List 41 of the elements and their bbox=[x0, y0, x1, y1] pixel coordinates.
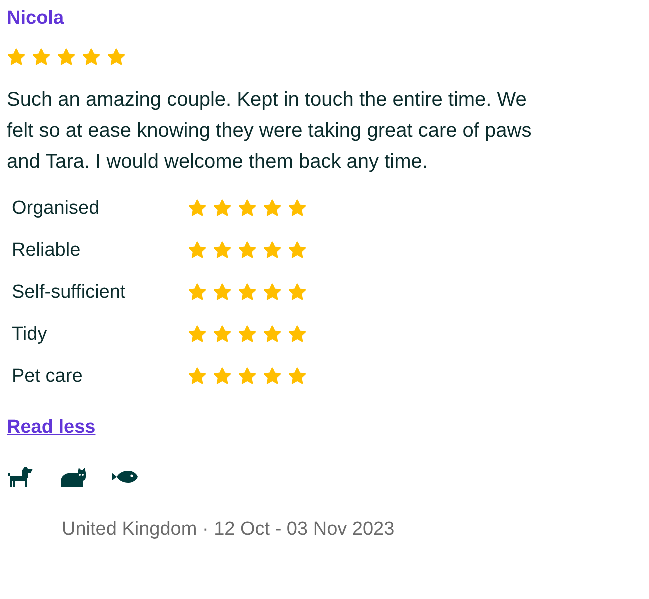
star-icon bbox=[288, 325, 307, 344]
review-text: Such an amazing couple. Kept in touch the entire time. We felt so at ease knowing they were taking great care of paws and Tara. I would welcome them back any time. bbox=[7, 88, 533, 175]
rating-label: Reliable bbox=[12, 240, 82, 262]
rating-label: Self-sufficient bbox=[12, 282, 127, 304]
star-icon bbox=[188, 241, 207, 260]
read-less-link[interactable]: Read less bbox=[7, 417, 96, 439]
star-icon bbox=[213, 199, 232, 218]
star-icon bbox=[238, 199, 257, 218]
star-icon bbox=[213, 367, 232, 386]
star-icon bbox=[213, 283, 232, 302]
rating-label: Pet care bbox=[12, 366, 84, 388]
star-icon bbox=[213, 241, 232, 260]
star-icon bbox=[32, 48, 51, 67]
star-icon bbox=[107, 48, 126, 67]
dog-icon bbox=[7, 465, 35, 489]
star-icon bbox=[263, 325, 282, 344]
star-icon bbox=[288, 241, 307, 260]
rating-label: Organised bbox=[12, 198, 101, 220]
star-icon bbox=[188, 367, 207, 386]
stay-details: United Kingdom · 12 Oct - 03 Nov 2023 bbox=[62, 519, 396, 541]
rating-label: Tidy bbox=[12, 324, 48, 346]
star-icon bbox=[288, 283, 307, 302]
star-icon bbox=[238, 367, 257, 386]
star-icon bbox=[82, 48, 101, 67]
star-icon bbox=[288, 367, 307, 386]
star-icon bbox=[263, 283, 282, 302]
star-icon bbox=[238, 283, 257, 302]
star-icon bbox=[263, 241, 282, 260]
star-icon bbox=[288, 199, 307, 218]
star-icon bbox=[188, 283, 207, 302]
star-icon bbox=[263, 199, 282, 218]
star-icon bbox=[263, 367, 282, 386]
star-icon bbox=[188, 199, 207, 218]
star-icon bbox=[7, 48, 26, 67]
star-icon bbox=[213, 325, 232, 344]
star-icon bbox=[238, 325, 257, 344]
reviewer-name: Nicola bbox=[7, 8, 66, 30]
cat-icon bbox=[59, 465, 87, 489]
star-icon bbox=[57, 48, 76, 67]
star-icon bbox=[188, 325, 207, 344]
star-icon bbox=[238, 241, 257, 260]
